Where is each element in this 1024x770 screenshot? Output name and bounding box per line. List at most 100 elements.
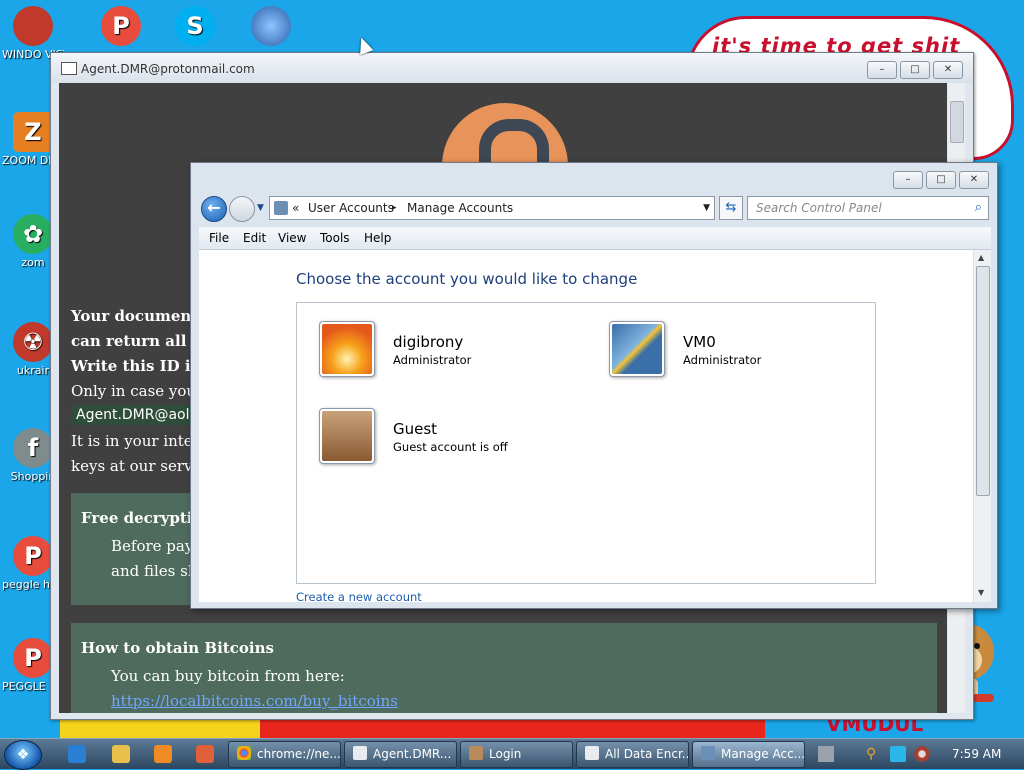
maximize-button[interactable]: □ — [900, 61, 930, 79]
internet-explorer-icon[interactable] — [68, 745, 86, 763]
media-player-icon[interactable] — [154, 745, 172, 763]
maximize-button[interactable]: □ — [926, 171, 956, 189]
close-button[interactable]: ✕ — [933, 61, 963, 79]
ransom-line-6: keys at our server — [71, 457, 209, 475]
taskbar-button-login[interactable]: Login — [460, 741, 573, 768]
close-button[interactable]: ✕ — [959, 171, 989, 189]
refresh-button[interactable]: ⇆ — [719, 196, 743, 220]
breadcrumb-manage-accounts[interactable]: Manage Accounts — [407, 197, 513, 219]
account-name: digibrony — [393, 333, 464, 351]
app-quicklaunch-icon[interactable] — [196, 745, 214, 763]
breadcrumb-prefix[interactable]: « — [292, 197, 299, 219]
peggle-icon: P — [101, 6, 141, 46]
account-role: Guest account is off — [393, 440, 508, 454]
taskbar-button-manage-accounts[interactable]: Manage Acc... — [692, 741, 805, 768]
bitcoin-panel-title: How to obtain Bitcoins — [81, 639, 274, 657]
minimize-button[interactable]: – — [893, 171, 923, 189]
scrollbar-thumb[interactable] — [950, 101, 964, 143]
manage-accounts-content: Choose the account you would like to cha… — [199, 250, 991, 602]
menu-view[interactable]: View — [278, 231, 306, 245]
window-icon — [61, 62, 77, 75]
briefcase-picture — [322, 411, 372, 461]
search-placeholder: Search Control Panel — [756, 201, 882, 215]
account-tile-digibrony[interactable]: digibrony Administrator — [319, 321, 589, 385]
show-desktop-icon[interactable] — [818, 746, 834, 762]
explorer-folder-icon[interactable] — [112, 745, 130, 763]
chrome-icon — [237, 746, 251, 760]
search-icon[interactable]: ⚲ — [866, 746, 882, 762]
radiation-icon: ☢ — [13, 322, 53, 362]
free-decryption-title: Free decryptio — [81, 509, 203, 527]
page-title: Choose the account you would like to cha… — [296, 270, 638, 288]
taskbar: ❖ chrome://ne... Agent.DMR... Login All … — [0, 738, 1024, 770]
chevron-down-icon[interactable]: ▼ — [703, 197, 710, 219]
back-button[interactable]: ← — [201, 196, 227, 222]
create-new-account-link[interactable]: Create a new account — [296, 590, 422, 602]
taskbar-button-label: All Data Encr... — [605, 747, 689, 761]
desktop-icon-skype[interactable]: S — [164, 6, 226, 48]
skype-icon: S — [175, 6, 215, 46]
search-input[interactable]: Search Control Panel ⌕ — [747, 196, 989, 220]
network-icon[interactable] — [890, 746, 906, 762]
taskbar-button-chrome[interactable]: chrome://ne... — [228, 741, 341, 768]
menu-edit[interactable]: Edit — [243, 231, 266, 245]
leaf-picture — [612, 324, 662, 374]
orange-flower-picture — [322, 324, 372, 374]
account-role: Administrator — [683, 353, 762, 367]
taskbar-button-label: Login — [489, 747, 522, 761]
taskbar-button-all-data-encrypted[interactable]: All Data Encr... — [576, 741, 689, 768]
window-controls: – □ ✕ — [893, 171, 989, 189]
clock[interactable]: 7:59 AM — [952, 747, 1001, 761]
control-panel-icon — [274, 201, 288, 215]
forward-button[interactable] — [229, 196, 255, 222]
ransom-contact-email[interactable]: Agent.DMR@aol.c — [71, 405, 207, 425]
control-panel-icon — [701, 746, 715, 760]
search-icon[interactable]: ⌕ — [975, 197, 982, 219]
scroll-up-icon[interactable]: ▲ — [978, 253, 984, 262]
scroll-down-icon[interactable]: ▼ — [978, 588, 984, 597]
speaker-icon[interactable] — [914, 746, 930, 762]
address-row: ← ▼ « User Accounts ▸ Manage Accounts ▼ … — [191, 193, 997, 225]
ransom-line-1: Your documents — [71, 307, 207, 325]
peggle-icon: P — [13, 536, 53, 576]
menu-file[interactable]: File — [209, 231, 229, 245]
window-icon — [585, 746, 599, 760]
account-list: digibrony Administrator VM0 Administrato… — [296, 302, 876, 584]
window-icon — [353, 746, 367, 760]
account-picture — [319, 321, 375, 377]
taskbar-button-label: Agent.DMR... — [373, 747, 452, 761]
flower-icon: ✿ — [13, 214, 53, 254]
ransom-window-title: Agent.DMR@protonmail.com — [81, 62, 255, 76]
breadcrumb-user-accounts[interactable]: User Accounts — [308, 197, 394, 219]
start-button[interactable]: ❖ — [4, 740, 42, 770]
account-name: VM0 — [683, 333, 716, 351]
content-scrollbar[interactable]: ▲ ▼ — [973, 250, 991, 602]
account-tile-guest[interactable]: Guest Guest account is off — [319, 408, 589, 472]
localbitcoins-link[interactable]: https://localbitcoins.com/buy_bitcoins — [111, 692, 398, 710]
taskbar-button-label: chrome://ne... — [257, 747, 341, 761]
flash-icon: f — [13, 428, 53, 468]
menu-help[interactable]: Help — [364, 231, 391, 245]
account-name: Guest — [393, 420, 438, 438]
zoom-game-icon: Z — [13, 112, 53, 152]
ransom-window-titlebar[interactable]: Agent.DMR@protonmail.com – □ ✕ — [51, 53, 973, 83]
windows-orb-icon — [13, 6, 53, 46]
account-picture — [609, 321, 665, 377]
scrollbar-thumb[interactable] — [976, 266, 990, 496]
desktop-icon-globe[interactable] — [240, 6, 302, 48]
address-bar[interactable]: « User Accounts ▸ Manage Accounts ▼ — [269, 196, 715, 220]
taskbar-button-label: Manage Acc... — [721, 747, 805, 761]
account-picture — [319, 408, 375, 464]
taskbar-button-agent-dmr[interactable]: Agent.DMR... — [344, 741, 457, 768]
chevron-down-icon[interactable]: ▼ — [257, 203, 264, 213]
peggle-icon: P — [13, 638, 53, 678]
bitcoin-panel: How to obtain Bitcoins You can buy bitco… — [71, 623, 937, 713]
desktop-icon-peggle-top[interactable]: P — [90, 6, 152, 48]
account-tile-vm0[interactable]: VM0 Administrator — [609, 321, 879, 385]
menu-bar: File Edit View Tools Help — [199, 227, 991, 250]
minimize-button[interactable]: – — [867, 61, 897, 79]
bitcoin-panel-line: You can buy bitcoin from here: — [111, 667, 345, 685]
login-icon — [469, 746, 483, 760]
globe-icon — [251, 6, 291, 46]
menu-tools[interactable]: Tools — [320, 231, 350, 245]
